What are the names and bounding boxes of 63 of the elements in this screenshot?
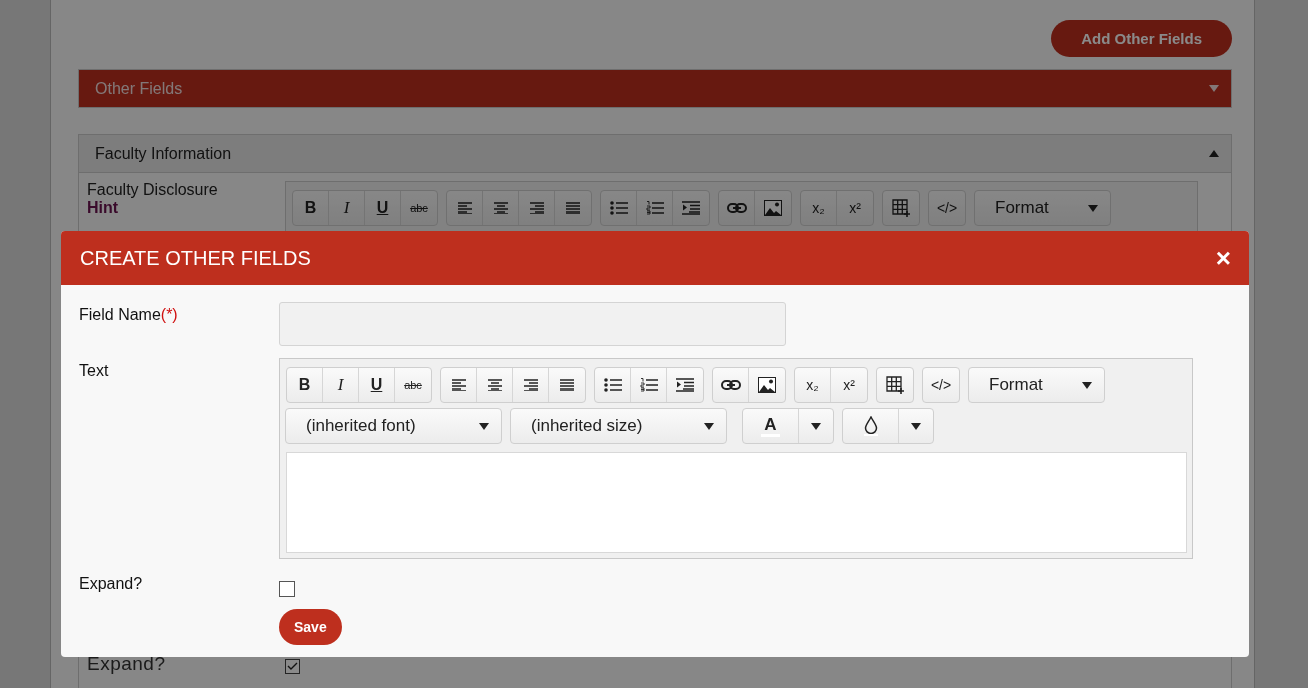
checkbox[interactable] xyxy=(285,659,300,674)
caret-icon xyxy=(704,422,714,430)
table-button[interactable] xyxy=(876,367,914,403)
caret-icon xyxy=(811,422,821,430)
bold-button[interactable]: B xyxy=(287,368,323,402)
droplet-icon xyxy=(863,416,878,436)
superscript-button[interactable]: x² xyxy=(837,191,873,225)
strike-button[interactable]: abc xyxy=(395,368,431,402)
superscript-button[interactable]: x² xyxy=(831,368,867,402)
save-button[interactable]: Save xyxy=(279,609,342,645)
field-label: Faculty Disclosure xyxy=(87,181,219,199)
strike-button[interactable]: abc xyxy=(401,191,437,225)
section-header[interactable]: Faculty Information xyxy=(78,134,1232,173)
caret-icon xyxy=(479,422,489,430)
field-label: Expand? xyxy=(87,653,167,675)
font-dropdown[interactable]: (inherited font) xyxy=(285,408,502,444)
bold-button[interactable]: B xyxy=(293,191,329,225)
justify-icon xyxy=(566,202,580,214)
bullet-list-icon xyxy=(609,201,628,215)
field-label: Text xyxy=(79,361,110,380)
subscript-button[interactable]: x₂ xyxy=(795,368,831,402)
input-field[interactable] xyxy=(279,302,786,346)
caret-icon xyxy=(1082,381,1092,389)
indent-icon xyxy=(682,201,700,215)
align-center-icon xyxy=(487,379,502,391)
italic-button[interactable]: I xyxy=(323,368,359,402)
table-icon xyxy=(892,199,910,217)
align-right-icon xyxy=(523,379,538,391)
field-label: Expand? xyxy=(79,574,144,593)
justify-icon xyxy=(560,379,574,391)
link-icon xyxy=(726,203,747,213)
align-left-icon xyxy=(451,379,466,391)
checkbox[interactable] xyxy=(279,581,295,597)
table-icon xyxy=(886,376,904,394)
format-dropdown[interactable]: Format xyxy=(968,367,1105,403)
close-button[interactable]: × xyxy=(1215,245,1231,271)
subscript-button[interactable]: x₂ xyxy=(801,191,837,225)
field-label: Field Name(*) xyxy=(79,305,179,324)
underline-button[interactable]: U xyxy=(365,191,401,225)
add-fields-button[interactable]: Add Other Fields xyxy=(1051,20,1232,57)
checkmark-icon xyxy=(287,662,298,671)
align-center-icon xyxy=(493,202,508,214)
numbered-list-icon xyxy=(645,201,664,215)
dialog-title: CREATE OTHER FIELDS xyxy=(80,246,311,270)
hint-link[interactable]: Hint xyxy=(87,199,285,217)
code-button[interactable]: </> xyxy=(928,190,966,226)
bullet-list-icon xyxy=(603,378,622,392)
image-icon xyxy=(764,200,782,216)
code-button[interactable]: </> xyxy=(922,367,960,403)
align-left-icon xyxy=(457,202,472,214)
text-color-button[interactable]: A xyxy=(743,409,799,443)
align-right-icon xyxy=(529,202,544,214)
format-dropdown[interactable]: Format xyxy=(974,190,1111,226)
section-header[interactable]: Other Fields xyxy=(78,69,1232,108)
underline-button[interactable]: U xyxy=(359,368,395,402)
caret-icon xyxy=(1088,204,1098,212)
size-dropdown[interactable]: (inherited size) xyxy=(510,408,727,444)
link-icon xyxy=(720,380,741,390)
caret-icon xyxy=(911,422,921,430)
italic-button[interactable]: I xyxy=(329,191,365,225)
numbered-list-icon xyxy=(639,378,658,392)
indent-icon xyxy=(676,378,694,392)
image-icon xyxy=(758,377,776,393)
